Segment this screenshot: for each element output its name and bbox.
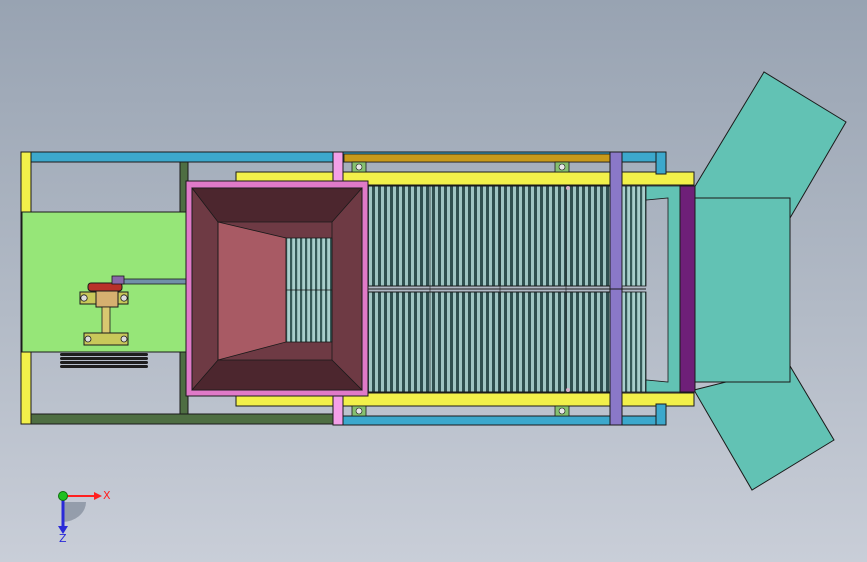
bolt-icon	[566, 388, 570, 392]
post-blue-right-lower	[655, 403, 667, 426]
bolt-icon	[355, 163, 363, 171]
x-axis-arrow-icon	[94, 492, 102, 500]
hopper-left-wall	[217, 221, 287, 361]
chute-upper-wing	[693, 71, 847, 219]
screen-upper-half	[365, 185, 611, 287]
bolt-icon	[84, 335, 92, 343]
bolt-icon	[355, 407, 363, 415]
cad-viewport[interactable]: X Z	[0, 0, 867, 562]
bolt-icon	[558, 407, 566, 415]
hopper-throat-top	[191, 187, 363, 223]
v-belt-pulley	[60, 353, 148, 368]
pulley-hub	[95, 290, 119, 308]
bolt-icon	[558, 163, 566, 171]
screen-lower-half	[365, 291, 611, 393]
bolt-icon	[80, 294, 88, 302]
screen-right-lower	[621, 291, 647, 393]
drive-shaft	[119, 278, 191, 285]
shaft-vertical	[101, 306, 111, 336]
screen-right-upper	[621, 185, 647, 287]
rail-top-gold	[343, 153, 613, 163]
bolt-icon	[120, 335, 128, 343]
sieve-screen	[365, 185, 647, 393]
frame-bottom-rail	[21, 413, 343, 425]
hopper-throat-bottom	[191, 359, 363, 391]
x-axis-label: X	[103, 489, 111, 502]
bolt-icon	[120, 294, 128, 302]
chute-transition	[645, 185, 681, 393]
idler-stub	[111, 275, 125, 285]
purple-support-bar	[679, 185, 696, 393]
post-blue-right	[655, 151, 667, 175]
chute-lower-wing	[693, 365, 835, 491]
feed-hopper	[185, 180, 369, 397]
triad-shadow	[62, 502, 86, 522]
frame-top-rail	[21, 151, 341, 163]
machine-top-view	[20, 71, 847, 491]
bolt-icon	[566, 186, 570, 190]
y-axis-dot-icon	[58, 491, 68, 501]
discharge-chute	[645, 71, 847, 491]
z-axis-label: Z	[59, 532, 67, 542]
view-triad: X Z	[58, 489, 111, 542]
chute-center	[693, 197, 791, 383]
